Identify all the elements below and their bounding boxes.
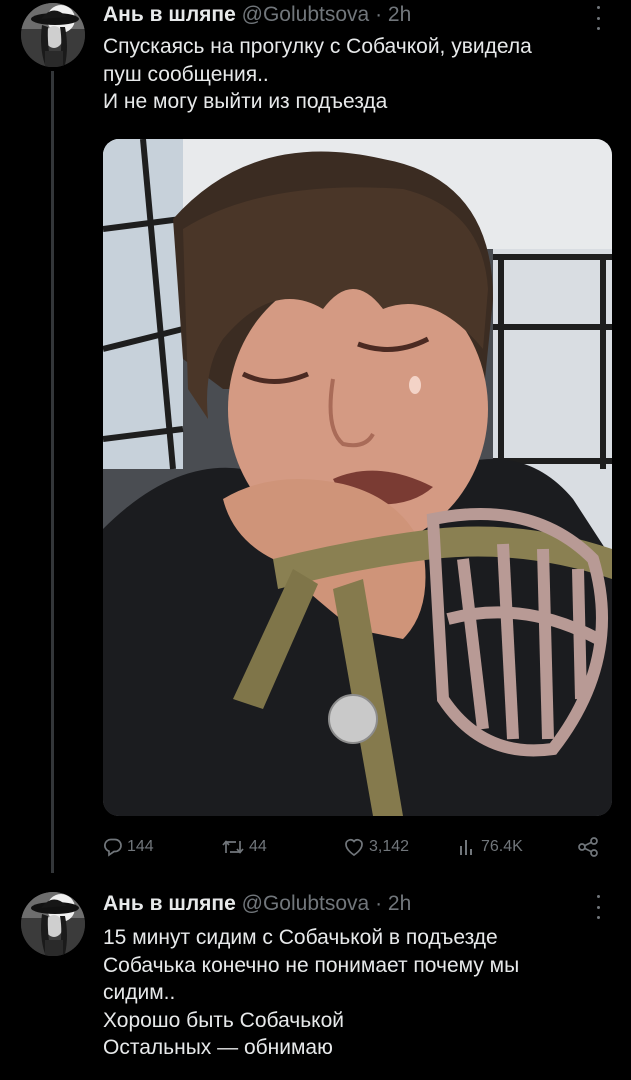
tweet-text-line: Остальных — обнимаю — [103, 1036, 333, 1059]
more-icon[interactable] — [594, 895, 602, 919]
like-button[interactable]: 3,142 — [343, 832, 409, 862]
tweet-2[interactable]: Ань в шляпе @Golubtsova · 2h 15 минут си… — [0, 880, 631, 1080]
views-count: 76.4K — [481, 838, 523, 855]
share-button[interactable] — [577, 832, 599, 862]
tweet-text: Спускаясь на прогулку с Собачкой, увидел… — [103, 33, 532, 116]
avatar-photo — [21, 3, 85, 67]
reply-button[interactable]: 144 — [103, 832, 154, 862]
tweet-header: Ань в шляпе @Golubtsova · 2h — [103, 2, 411, 28]
tweet-text-line: И не могу выйти из подъезда — [103, 90, 388, 113]
more-icon[interactable] — [594, 6, 602, 30]
tweet-time[interactable]: · 2h — [375, 3, 411, 26]
thread-line — [51, 71, 54, 873]
photo-illustration — [103, 139, 612, 816]
reply-icon — [103, 837, 123, 857]
views-button[interactable]: 76.4K — [457, 832, 523, 862]
tweet-header: Ань в шляпе @Golubtsova · 2h — [103, 891, 411, 917]
tweet-text-line: Собачька конечно не понимает почему мы — [103, 953, 520, 977]
reply-count: 144 — [127, 838, 154, 855]
author-avatar[interactable] — [21, 892, 85, 956]
tweet-text-line: сидим.. — [103, 981, 176, 1004]
repost-icon — [221, 837, 245, 857]
views-icon — [457, 837, 477, 857]
author-handle[interactable]: @Golubtsova — [242, 892, 370, 915]
share-icon — [577, 837, 599, 857]
tweet-actions: 144 44 3,142 76.4K — [103, 832, 603, 862]
author-name[interactable]: Ань в шляпе — [103, 892, 236, 915]
avatar-photo — [21, 892, 85, 956]
like-count: 3,142 — [369, 838, 410, 855]
author-handle[interactable]: @Golubtsova — [242, 3, 370, 26]
tweet-text-line: 15 минут сидим с Собачькой в подъезде — [103, 926, 498, 949]
tweet-photo[interactable] — [103, 139, 612, 816]
tweet-text: 15 минут сидим с Собачькой в подъезде Со… — [103, 924, 519, 1062]
author-avatar[interactable] — [21, 3, 85, 67]
repost-button[interactable]: 44 — [221, 832, 267, 862]
tweet-text-line: пуш сообщения.. — [103, 62, 269, 86]
author-name[interactable]: Ань в шляпе — [103, 3, 236, 26]
heart-icon — [343, 837, 365, 857]
tweet-1[interactable]: Ань в шляпе @Golubtsova · 2h Спускаясь н… — [0, 0, 631, 880]
tweet-text-line: Спускаясь на прогулку с Собачкой, увидел… — [103, 35, 532, 58]
tweet-text-line: Хорошо быть Собачькой — [103, 1008, 345, 1032]
repost-count: 44 — [249, 838, 267, 855]
tweet-time[interactable]: · 2h — [375, 892, 411, 915]
